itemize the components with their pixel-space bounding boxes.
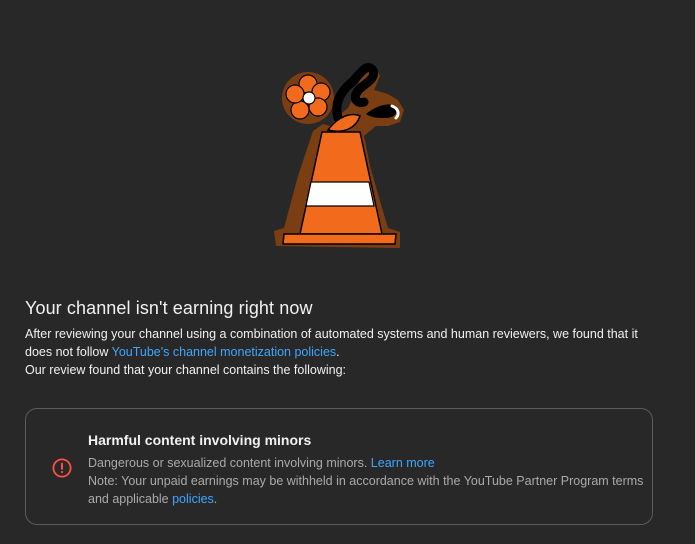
- description-period: .: [336, 345, 340, 359]
- monetization-status-page: Your channel isn't earning right now Aft…: [0, 0, 695, 544]
- policies-link[interactable]: policies: [172, 492, 214, 506]
- alert-circle-icon: [52, 458, 72, 478]
- learn-more-link[interactable]: Learn more: [371, 456, 435, 470]
- monetization-description: After reviewing your channel using a com…: [25, 325, 665, 379]
- violation-description-text: Dangerous or sexualized content involvin…: [88, 456, 371, 470]
- violation-note: Note: Your unpaid earnings may be withhe…: [88, 472, 648, 508]
- page-title: Your channel isn't earning right now: [25, 298, 313, 318]
- violation-card: Harmful content involving minors Dangero…: [25, 408, 653, 525]
- violation-card-text: Harmful content involving minors Dangero…: [88, 432, 648, 508]
- violation-description: Dangerous or sexualized content involvin…: [88, 454, 648, 472]
- description-line-1: After reviewing your channel using a com…: [25, 325, 665, 361]
- traffic-cone-illustration: [274, 63, 404, 248]
- monetization-policies-link[interactable]: YouTube's channel monetization policies: [112, 345, 337, 359]
- violation-body: Dangerous or sexualized content involvin…: [88, 454, 648, 508]
- violation-title: Harmful content involving minors: [88, 432, 312, 448]
- violation-note-period: .: [213, 492, 218, 506]
- description-line-2: Our review found that your channel conta…: [25, 363, 347, 377]
